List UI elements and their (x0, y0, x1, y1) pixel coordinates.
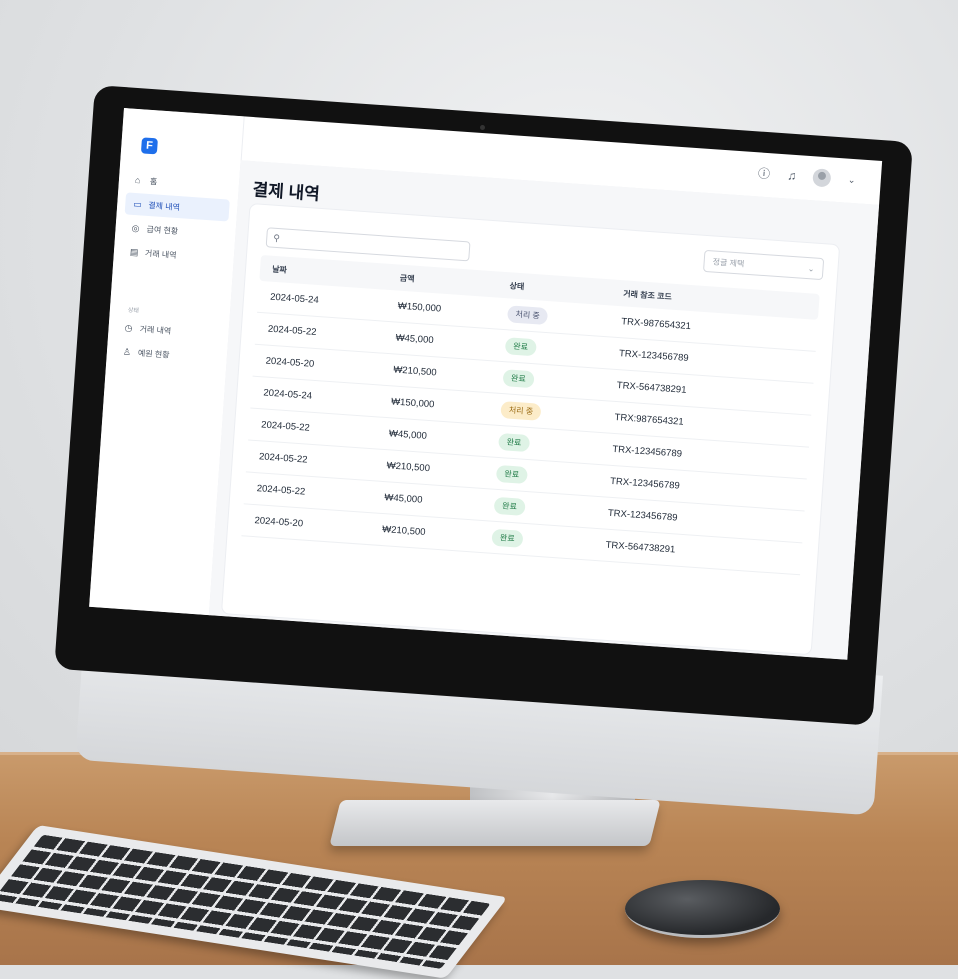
search-icon: ⚲ (273, 232, 281, 243)
user-avatar-icon[interactable] (812, 168, 832, 188)
cell-date: 2024-05-20 (265, 355, 315, 370)
app-screen: F ⌂ 홈 ▭ 결제 내역 ◎ 급여 현황 ▤ 거래 내역 상태 ◷ 거래 내역… (89, 108, 883, 660)
chevron-down-icon: ⌄ (807, 263, 815, 274)
sidebar-item-label: 급여 현황 (146, 224, 179, 236)
cell-date: 2024-05-24 (269, 291, 320, 307)
sidebar-item-label: 결제 내역 (147, 200, 181, 212)
status-badge: 처리 중 (506, 305, 549, 326)
sidebar-item-label: 홈 (149, 176, 158, 186)
cell-reference-code: TRX:987654321 (614, 411, 685, 428)
topbar-actions: ⓘ ♫ ⌄ (756, 164, 859, 189)
cell-reference-code: TRX-564738291 (616, 380, 687, 396)
table-body: 2024-05-24 ₩150,000 처리 중 TRX-987654321 2024-… (241, 280, 818, 576)
cell-reference-code: TRX-123456789 (607, 507, 678, 524)
cell-reference-code: TRX-987654321 (620, 316, 692, 333)
status-filter-dropdown[interactable]: 정글 제택 ⌄ (702, 249, 825, 281)
money-icon: ◎ (131, 222, 140, 234)
cell-status: 완료 (484, 496, 605, 521)
cell-amount: ₩150,000 (397, 300, 442, 315)
bell-icon[interactable]: ♫ (784, 168, 799, 183)
app-logo[interactable]: F (140, 137, 158, 155)
cell-date: 2024-05-22 (258, 451, 308, 466)
status-badge: 완료 (504, 337, 537, 357)
status-badge: 완료 (493, 496, 526, 516)
main-content: 결제 내역 ⚲ 정글 제택 ⌄ 날짜 금액 상태 거래 참조 코드 2024-0… (208, 160, 880, 660)
status-badge: 완료 (498, 432, 530, 453)
cell-status: 완료 (495, 337, 616, 362)
cell-status: 완료 (486, 464, 607, 489)
column-header-status[interactable]: 상태 (499, 279, 619, 298)
sidebar-section-label: 상태 (127, 307, 140, 315)
cell-date: 2024-05-22 (256, 483, 306, 498)
sidebar-item-members[interactable]: ♙ 예원 현황 (114, 340, 219, 369)
sidebar-item-label: 예원 현황 (137, 348, 170, 360)
help-circle-icon[interactable]: ⓘ (756, 166, 771, 181)
filter-label: 정글 제택 (712, 256, 745, 269)
sidebar-item-transactions[interactable]: ▤ 거래 내역 (121, 240, 226, 269)
monitor-stand-base (329, 800, 661, 846)
sidebar-item-label: 거래 내역 (144, 248, 177, 260)
cell-date: 2024-05-22 (267, 323, 317, 338)
cell-date: 2024-05-24 (263, 387, 313, 402)
search-input[interactable]: ⚲ (265, 227, 471, 262)
cell-date: 2024-05-20 (254, 515, 304, 530)
status-badge: 완료 (502, 369, 535, 389)
cell-reference-code: TRX-123456789 (618, 348, 690, 364)
clock-icon: ◷ (124, 322, 133, 334)
list-icon: ▤ (129, 246, 139, 258)
status-badge: 처리 중 (500, 401, 542, 421)
cell-reference-code: TRX-123456789 (609, 475, 681, 492)
webcam-dot (480, 125, 485, 130)
cell-amount: ₩45,000 (384, 492, 423, 506)
cell-status: 처리 중 (497, 305, 618, 330)
cell-status: 완료 (481, 528, 602, 553)
home-icon: ⌂ (134, 174, 141, 186)
status-badge: 완료 (495, 464, 528, 484)
cell-date: 2024-05-22 (260, 419, 311, 434)
user-icon: ♙ (122, 346, 132, 358)
cell-status: 완료 (493, 368, 614, 393)
cell-amount: ₩45,000 (395, 332, 434, 347)
cell-amount: ₩210,500 (393, 364, 437, 379)
mouse (625, 880, 780, 938)
chevron-down-icon[interactable]: ⌄ (844, 172, 859, 187)
column-header-amount[interactable]: 금액 (380, 271, 500, 290)
cell-reference-code: TRX-123456789 (611, 443, 683, 460)
payments-table: 날짜 금액 상태 거래 참조 코드 2024-05-24 ₩150,000 처리 중… (241, 254, 820, 576)
card-icon: ▭ (132, 198, 143, 210)
status-badge: 완료 (491, 528, 524, 548)
cell-status: 처리 중 (490, 400, 611, 425)
sidebar-item-label: 거래 내역 (139, 324, 172, 336)
cell-amount: ₩210,500 (381, 524, 426, 539)
cell-reference-code: TRX-564738291 (605, 539, 676, 556)
payments-card: ⚲ 정글 제택 ⌄ 날짜 금액 상태 거래 참조 코드 2024-05-24 ₩1… (220, 202, 841, 656)
cell-amount: ₩210,500 (386, 460, 431, 475)
page-title: 결제 내역 (251, 180, 321, 204)
cell-amount: ₩45,000 (388, 428, 428, 442)
column-header-date[interactable]: 날짜 (260, 262, 380, 281)
cell-status: 완료 (488, 432, 609, 457)
cell-amount: ₩150,000 (390, 396, 435, 411)
